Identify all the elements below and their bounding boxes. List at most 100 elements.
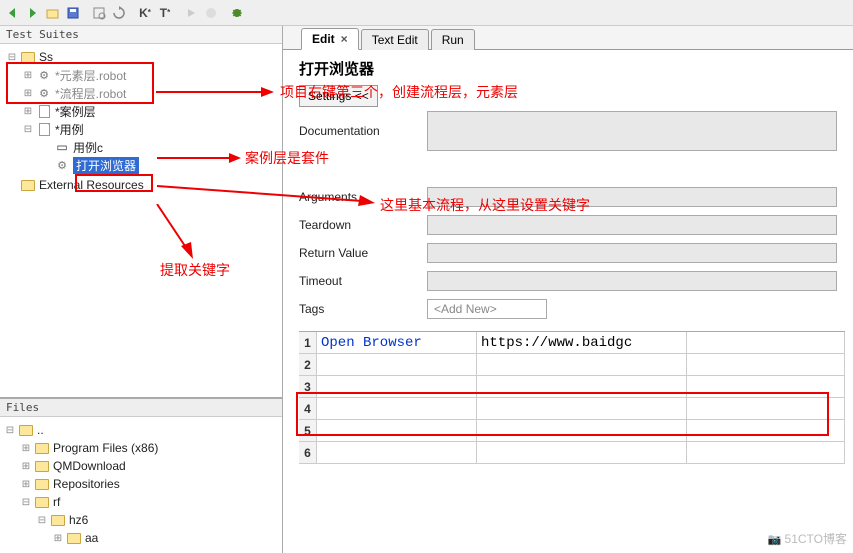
tab-edit[interactable]: Edit × (301, 28, 359, 50)
forward-icon[interactable] (24, 4, 42, 22)
expand-icon[interactable]: ⊞ (20, 70, 36, 81)
expand-icon[interactable]: ⊟ (20, 124, 36, 135)
expand-icon[interactable]: ⊞ (18, 461, 34, 472)
grid-cell[interactable] (317, 398, 477, 419)
open-icon[interactable] (44, 4, 62, 22)
test-suites-tree[interactable]: ⊟Ss ⊞⚙*元素层.robot ⊞⚙*流程层.robot ⊞*案例层 ⊟*用例… (0, 43, 282, 397)
row-number[interactable]: 6 (299, 442, 317, 463)
gear-icon: ⚙ (36, 68, 52, 82)
folder-icon (34, 477, 50, 491)
tree-item-selected[interactable]: 打开浏览器 (73, 157, 139, 174)
back-icon[interactable] (4, 4, 22, 22)
file-item[interactable]: Repositories (53, 477, 120, 491)
folder-icon (66, 531, 82, 545)
file-item[interactable]: rf (53, 495, 60, 509)
teardown-input[interactable] (427, 215, 837, 235)
return-value-label: Return Value (299, 246, 427, 260)
grid-cell[interactable] (477, 376, 687, 397)
grid-cell[interactable] (687, 420, 845, 441)
expand-icon[interactable]: ⊟ (4, 52, 20, 63)
timeout-label: Timeout (299, 274, 427, 288)
close-icon[interactable]: × (341, 32, 348, 46)
debug-icon[interactable] (228, 4, 246, 22)
grid-cell[interactable] (687, 398, 845, 419)
row-number[interactable]: 4 (299, 398, 317, 419)
preview-icon[interactable] (90, 4, 108, 22)
expand-icon[interactable]: ⊞ (18, 443, 34, 454)
grid-cell[interactable] (687, 332, 845, 353)
expand-icon[interactable]: ⊞ (18, 479, 34, 490)
row-number[interactable]: 5 (299, 420, 317, 441)
arguments-label: Arguments (299, 190, 427, 204)
stop-icon[interactable] (202, 4, 220, 22)
grid-cell[interactable] (477, 420, 687, 441)
tree-item[interactable]: *元素层.robot (55, 67, 126, 84)
tab-label: Text Edit (372, 33, 418, 47)
file-item[interactable]: Program Files (x86) (53, 441, 158, 455)
expand-icon[interactable]: ⊟ (2, 425, 18, 436)
arguments-input[interactable] (427, 187, 837, 207)
refresh-icon[interactable] (110, 4, 128, 22)
external-resources[interactable]: External Resources (39, 178, 144, 192)
file-item[interactable]: hz6 (69, 513, 88, 527)
grid-cell[interactable] (477, 442, 687, 463)
row-number[interactable]: 1 (299, 332, 317, 353)
timeout-input[interactable] (427, 271, 837, 291)
settings-toggle-button[interactable]: Settings << (299, 85, 378, 107)
file-item[interactable]: aa (85, 531, 98, 545)
grid-cell[interactable] (687, 354, 845, 375)
file-icon (36, 104, 52, 118)
tab-run[interactable]: Run (431, 29, 475, 50)
t-tool-icon[interactable]: T* (156, 4, 174, 22)
tab-text-edit[interactable]: Text Edit (361, 29, 429, 50)
save-icon[interactable] (64, 4, 82, 22)
play-icon[interactable] (182, 4, 200, 22)
grid-cell[interactable] (477, 354, 687, 375)
row-number[interactable]: 2 (299, 354, 317, 375)
grid-row: 5 (299, 420, 845, 442)
keyword-grid[interactable]: 1Open Browserhttps://www.baidgc 2 3 4 5 … (299, 331, 845, 464)
grid-cell[interactable] (317, 354, 477, 375)
grid-row: 4 (299, 398, 845, 420)
row-number[interactable]: 3 (299, 376, 317, 397)
tree-item[interactable]: *流程层.robot (55, 85, 126, 102)
left-column: Test Suites ⊟Ss ⊞⚙*元素层.robot ⊞⚙*流程层.robo… (0, 26, 283, 553)
tree-item[interactable]: 用例c (73, 139, 103, 156)
documentation-input[interactable] (427, 111, 837, 151)
grid-cell[interactable] (477, 398, 687, 419)
grid-row: 1Open Browserhttps://www.baidgc (299, 332, 845, 354)
tree-item[interactable]: *案例层 (55, 103, 96, 120)
grid-row: 2 (299, 354, 845, 376)
expand-icon[interactable]: ⊟ (34, 515, 50, 526)
file-item[interactable]: .. (37, 423, 44, 437)
watermark: 📷 51CTO博客 (768, 530, 847, 547)
k-tool-icon[interactable]: K* (136, 4, 154, 22)
grid-row: 3 (299, 376, 845, 398)
return-value-input[interactable] (427, 243, 837, 263)
files-header[interactable]: Files (0, 399, 282, 416)
gear-icon: ⚙ (54, 158, 70, 172)
main-toolbar: K* T* (0, 0, 853, 26)
expand-icon[interactable]: ⊞ (50, 533, 66, 544)
grid-cell[interactable]: Open Browser (317, 332, 477, 353)
file-item[interactable]: QMDownload (53, 459, 126, 473)
grid-cell[interactable] (317, 442, 477, 463)
add-tag-button[interactable]: <Add New> (427, 299, 547, 319)
tree-root[interactable]: Ss (39, 50, 53, 64)
tree-item[interactable]: *用例 (55, 121, 84, 138)
grid-cell[interactable]: https://www.baidgc (477, 332, 687, 353)
grid-cell[interactable] (317, 420, 477, 441)
grid-cell[interactable] (687, 376, 845, 397)
tab-label: Run (442, 33, 464, 47)
test-suites-header: Test Suites (0, 26, 282, 43)
folder-icon (20, 50, 36, 64)
keyword-editor: 打开浏览器 Settings << Documentation Argument… (283, 50, 853, 331)
grid-cell[interactable] (687, 442, 845, 463)
grid-cell[interactable] (317, 376, 477, 397)
files-tree[interactable]: ⊟.. ⊞ Program Files (x86) ⊞ QMDownload ⊞ Re… (0, 416, 282, 553)
tab-label: Edit (312, 32, 335, 46)
expand-icon[interactable]: ⊟ (18, 497, 34, 508)
folder-icon (18, 423, 34, 437)
expand-icon[interactable]: ⊞ (20, 106, 36, 117)
expand-icon[interactable]: ⊞ (20, 88, 36, 99)
